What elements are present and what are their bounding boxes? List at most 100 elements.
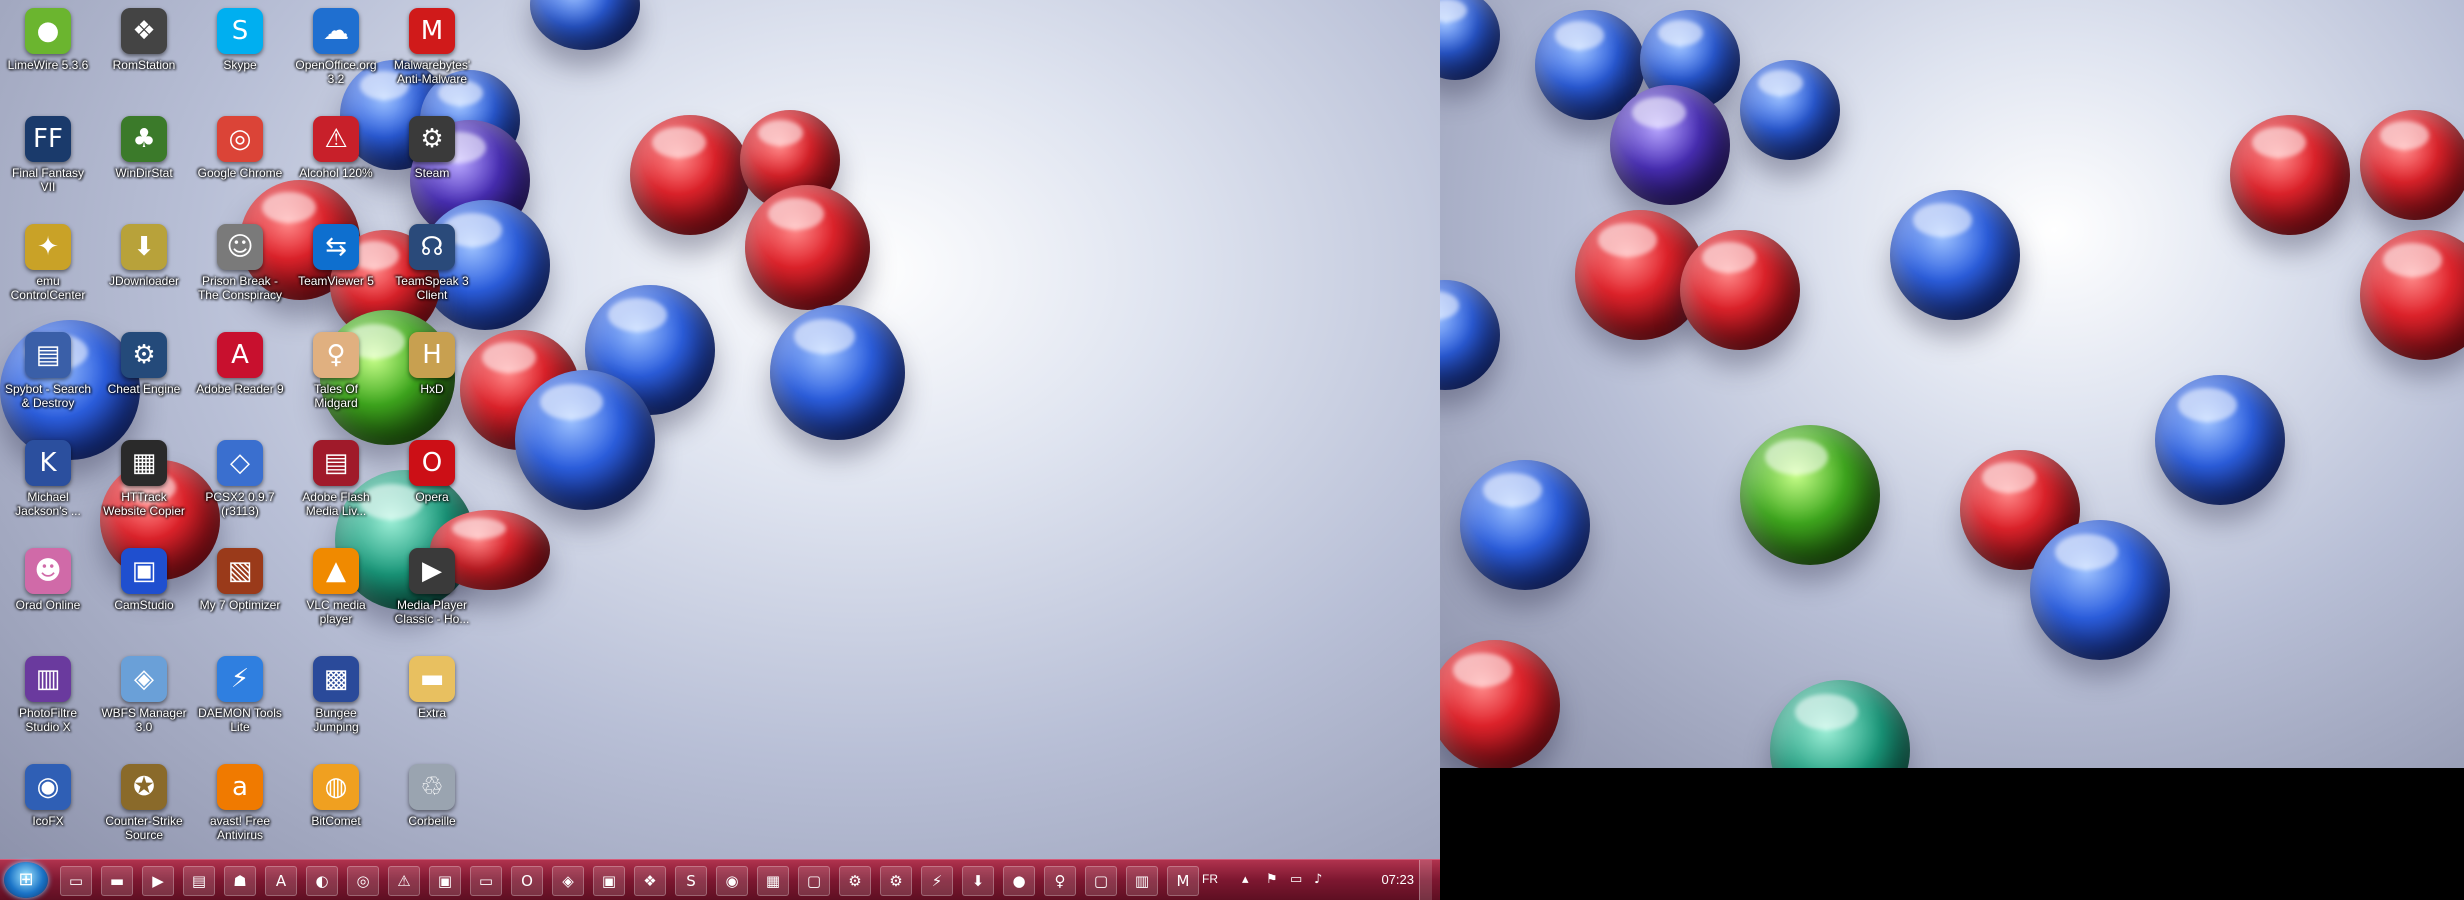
desktop-shortcut[interactable]: ◈ WBFS Manager 3.0 — [98, 650, 190, 750]
desktop-shortcut[interactable]: ✪ Counter-Strike Source — [98, 758, 190, 858]
desktop-shortcut[interactable]: ▩ Bungee Jumping — [290, 650, 382, 750]
desktop-shortcut[interactable]: ▧ My 7 Optimizer — [194, 542, 286, 642]
desktop-shortcut[interactable]: ▥ PhotoFiltre Studio X — [2, 650, 94, 750]
display-icon[interactable]: ▭ — [470, 866, 502, 896]
marble — [1740, 60, 1840, 160]
desktop-shortcut-label: Adobe Reader 9 — [196, 382, 284, 396]
desktop-shortcut[interactable]: ▤ Spybot - Search & Destroy — [2, 326, 94, 426]
desktop-shortcut[interactable]: ◇ PCSX2 0.9.7 (r3113) — [194, 434, 286, 534]
desktop-shortcut[interactable]: O Opera — [386, 434, 478, 534]
desktop-shortcut[interactable]: ☺ Prison Break - The Conspiracy — [194, 218, 286, 318]
desktop-shortcut[interactable]: ⚡ DAEMON Tools Lite — [194, 650, 286, 750]
icofx-icon: ◉ — [25, 764, 71, 810]
desktop-shortcut[interactable]: ● LimeWire 5.3.6 — [2, 2, 94, 102]
chevron-up-icon[interactable]: ▴ — [1242, 872, 1249, 887]
opera-icon[interactable]: O — [511, 866, 543, 896]
hxd-icon: H — [409, 332, 455, 378]
settings-icon[interactable]: ⚙ — [880, 866, 912, 896]
desktop-shortcut[interactable]: ◍ BitComet — [290, 758, 382, 858]
desktop-shortcut[interactable]: K Michael Jackson's ... — [2, 434, 94, 534]
marble — [1440, 280, 1500, 390]
desktop-shortcut[interactable]: a avast! Free Antivirus — [194, 758, 286, 858]
desktop-shortcut-label: OpenOffice.org 3.2 — [295, 58, 377, 86]
desktop-shortcut-label: Skype — [223, 58, 257, 72]
desktop-shortcut[interactable]: ▶ Media Player Classic - Ho... — [386, 542, 478, 642]
folder-icon[interactable]: ▬ — [101, 866, 133, 896]
desktop-shortcut[interactable]: S Skype — [194, 2, 286, 102]
skype-icon[interactable]: S — [675, 866, 707, 896]
window-icon[interactable]: ▢ — [798, 866, 830, 896]
tales-icon[interactable]: ♀ — [1044, 866, 1076, 896]
desktop-shortcut[interactable]: ◉ IcoFX — [2, 758, 94, 858]
desktop-shortcut-label: Tales Of Midgard — [313, 382, 358, 410]
desktop-shortcut[interactable]: H HxD — [386, 326, 478, 426]
clock[interactable]: 07:23 — [1381, 872, 1414, 887]
document-icon[interactable]: ▤ — [183, 866, 215, 896]
explorer-window-icon[interactable]: ◐ — [306, 866, 338, 896]
desktop-shortcut[interactable]: ☻ Orad Online — [2, 542, 94, 642]
desktop-shortcut[interactable]: ⚙ Cheat Engine — [98, 326, 190, 426]
httrack-icon: ▦ — [121, 440, 167, 486]
calendar-icon[interactable]: ▦ — [757, 866, 789, 896]
network-icon[interactable]: ☗ — [224, 866, 256, 896]
desktop-shortcut[interactable]: ◎ Google Chrome — [194, 110, 286, 210]
daemon-icon[interactable]: ◈ — [552, 866, 584, 896]
camstudio-icon[interactable]: ▣ — [593, 866, 625, 896]
emucontrolcenter-icon: ✦ — [25, 224, 71, 270]
desktop-shortcut[interactable]: A Adobe Reader 9 — [194, 326, 286, 426]
bitcomet-icon: ◍ — [313, 764, 359, 810]
desktop-shortcut-label: HTTrack Website Copier — [103, 490, 185, 518]
desktop-shortcut[interactable]: ♀ Tales Of Midgard — [290, 326, 382, 426]
desktop-shortcut[interactable]: ⚠ Alcohol 120% — [290, 110, 382, 210]
marble — [1770, 680, 1910, 768]
app-icon[interactable]: ◉ — [716, 866, 748, 896]
romstation-icon[interactable]: ❖ — [634, 866, 666, 896]
marble — [1440, 0, 1500, 80]
cheat-engine-icon[interactable]: ⚙ — [839, 866, 871, 896]
desktop-shortcut[interactable]: M Malwarebytes' Anti-Malware — [386, 2, 478, 102]
desktop-shortcut[interactable]: ⬇ JDownloader — [98, 218, 190, 318]
malwarebytes-icon[interactable]: M — [1167, 866, 1199, 896]
avast-icon: a — [217, 764, 263, 810]
daemon-tools-icon[interactable]: ⚡ — [921, 866, 953, 896]
desktop-shortcut[interactable]: ▤ Adobe Flash Media Liv... — [290, 434, 382, 534]
desktop-shortcut[interactable]: ♣ WinDirStat — [98, 110, 190, 210]
desktop-shortcut[interactable]: ⚙ Steam — [386, 110, 478, 210]
desktop-shortcut-label: HxD — [420, 382, 444, 396]
flag-icon[interactable]: ⚑ — [1266, 872, 1278, 887]
computer-icon[interactable]: ▣ — [429, 866, 461, 896]
game-icon[interactable]: ● — [1003, 866, 1035, 896]
desktop-shortcut[interactable]: ❖ RomStation — [98, 2, 190, 102]
vlc-icon: ▲ — [313, 548, 359, 594]
start-button[interactable]: ⊞ — [4, 862, 48, 898]
optimizer-icon: ▧ — [217, 548, 263, 594]
adobe-reader-icon[interactable]: A — [265, 866, 297, 896]
jdownloader-icon[interactable]: ⬇ — [962, 866, 994, 896]
desktop-shortcut[interactable]: ☊ TeamSpeak 3 Client — [386, 218, 478, 318]
volume-icon[interactable]: ♪ — [1314, 872, 1322, 887]
desktop-shortcut[interactable]: ▲ VLC media player — [290, 542, 382, 642]
media-player-icon[interactable]: ▶ — [142, 866, 174, 896]
desktop-shortcut[interactable]: ☁ OpenOffice.org 3.2 — [290, 2, 382, 102]
orad-online-icon: ☻ — [25, 548, 71, 594]
marble — [1460, 460, 1590, 590]
show-desktop-button[interactable] — [1419, 860, 1432, 900]
desktop-shortcut[interactable]: ▦ HTTrack Website Copier — [98, 434, 190, 534]
desktop-shortcut[interactable]: ⇆ TeamViewer 5 — [290, 218, 382, 318]
desktop-shortcut-label: WBFS Manager 3.0 — [101, 706, 187, 734]
network-icon[interactable]: ▭ — [1290, 872, 1302, 887]
language-indicator[interactable]: FR — [1202, 872, 1218, 886]
desktop-shortcut[interactable]: FF Final Fantasy VII — [2, 110, 94, 210]
desktop-shortcut[interactable]: ♲ Corbeille — [386, 758, 478, 858]
desktop-shortcut[interactable]: ✦ emu ControlCenter — [2, 218, 94, 318]
desktop-shortcut[interactable]: ▬ Extra — [386, 650, 478, 750]
window2-icon[interactable]: ▢ — [1085, 866, 1117, 896]
chrome-icon[interactable]: ◎ — [347, 866, 379, 896]
desktop-shortcut-label: PhotoFiltre Studio X — [18, 706, 78, 734]
explorer-icon[interactable]: ▭ — [60, 866, 92, 896]
alcohol-icon[interactable]: ⚠ — [388, 866, 420, 896]
michael-jackson-icon: K — [25, 440, 71, 486]
desktop-shortcut-label: Bungee Jumping — [313, 706, 359, 734]
desktop-shortcut[interactable]: ▣ CamStudio — [98, 542, 190, 642]
paint-icon[interactable]: ▥ — [1126, 866, 1158, 896]
